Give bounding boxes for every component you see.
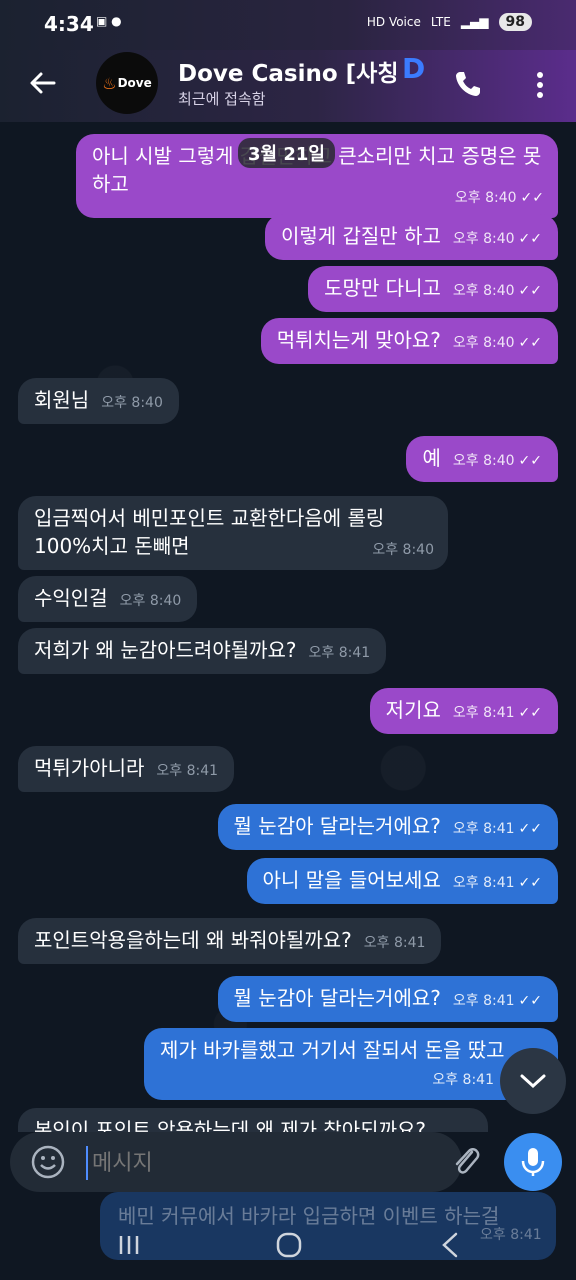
read-ticks-icon: ✓✓	[518, 993, 542, 1009]
message-time: 오후 8:41	[363, 935, 426, 951]
talk-icon: ●	[111, 14, 122, 28]
message-bubble-out[interactable]: 이렇게 갑질만 하고 오후 8:40 ✓✓	[264, 214, 558, 260]
read-ticks-icon: ✓✓	[518, 335, 542, 351]
message-text: 도망만 다니고	[324, 276, 441, 300]
message-text: 예	[422, 446, 441, 470]
message-text: 뭘 눈감아 달라는거에요?	[233, 814, 441, 838]
message-time: 오후 8:41	[452, 821, 515, 837]
message-text: 먹튀가아니라	[34, 756, 145, 780]
message-text: 이렇게 갑질만 하고	[280, 224, 441, 248]
status-right: HD Voice LTE ▂▄▆ 98	[367, 13, 532, 31]
read-ticks-icon: ✓✓	[518, 875, 542, 891]
network-label: LTE	[430, 15, 451, 29]
message-bubble-in[interactable]: 입금찍어서 베민포인트 교환한다음에 롤링 100%치고 돈빼면 오후 8:40	[18, 496, 448, 570]
message-text: 수익인걸	[34, 586, 108, 610]
message-time: 오후 8:40	[452, 231, 515, 247]
chat-header: ♨ Dove Dove Casino [사칭 D 최근에 접속함	[0, 50, 576, 122]
read-ticks-icon: ✓✓	[518, 453, 542, 469]
battery-badge: 98	[498, 13, 532, 31]
message-bubble-in[interactable]: 본인이 포인트 악용하는데 왜 제가 참아되까요?	[18, 1108, 488, 1132]
status-bar: 4:34 ▣ ● HD Voice LTE ▂▄▆ 98	[0, 0, 576, 50]
read-ticks-icon: ✓✓	[518, 705, 542, 721]
message-bubble-out[interactable]: 먹튀치는게 맞아요? 오후 8:40 ✓✓	[260, 318, 558, 364]
message-bubble-in[interactable]: 회원님 오후 8:40	[18, 378, 179, 424]
message-text: 저기요	[385, 698, 441, 722]
read-ticks-icon: ✓✓	[518, 821, 542, 837]
message-text: 저희가 왜 눈감아드려야될까요?	[34, 638, 297, 662]
chevron-down-icon	[520, 1074, 546, 1089]
message-text: 회원님	[34, 388, 90, 412]
scroll-down-button[interactable]	[500, 1048, 566, 1114]
message-text: 포인트악용을하는데 왜 봐줘야될까요?	[34, 928, 352, 952]
message-bubble-out[interactable]: 예 오후 8:40 ✓✓	[406, 436, 558, 482]
message-text: 아니 말을 들어보세요	[262, 868, 441, 892]
message-bubble-out[interactable]: 제가 바카를했고 거기서 잘되서 돈을 땄고 오후 8:41	[144, 1028, 558, 1100]
message-text: 입금찍어서 베민포인트 교환한다음에 롤링 100%치고 돈빼면	[34, 506, 385, 558]
microphone-button[interactable]	[504, 1133, 562, 1191]
chat-title[interactable]: Dove Casino [사칭	[178, 54, 398, 88]
message-bubble-out[interactable]: 아니 말을 들어보세요 오후 8:41 ✓✓	[246, 858, 558, 904]
signal-icon: ▂▄▆	[460, 15, 489, 29]
message-bubble-out[interactable]: 뭘 눈감아 달라는거에요? 오후 8:41 ✓✓	[217, 804, 558, 850]
status-left-icons: ▣ ●	[96, 14, 122, 28]
message-time: 오후 8:41	[432, 1072, 494, 1088]
message-list: 아니 시발 그렇게 갑질만하고 큰소리만 치고 증명은 못하고 오후 8:40✓…	[0, 122, 576, 1132]
message-text: 먹튀치는게 맞아요?	[276, 328, 441, 352]
hd-voice-label: HD Voice	[366, 15, 421, 29]
message-bubble-in[interactable]: 수익인걸 오후 8:40	[18, 576, 198, 622]
message-bubble-in[interactable]: 포인트악용을하는데 왜 봐줘야될까요? 오후 8:41	[18, 918, 442, 964]
message-text: 뭘 눈감아 달라는거에요?	[233, 986, 441, 1010]
message-time: 오후 8:41	[452, 993, 515, 1009]
more-options-icon[interactable]	[528, 70, 552, 100]
status-time: 4:34	[44, 12, 94, 36]
emoji-icon[interactable]	[30, 1144, 66, 1180]
message-time: 오후 8:41	[156, 763, 219, 779]
message-bubble-in[interactable]: 먹튀가아니라 오후 8:41	[18, 746, 235, 792]
message-bubble-out[interactable]: 저기요 오후 8:41 ✓✓	[369, 688, 558, 734]
home-icon[interactable]	[276, 1232, 302, 1258]
message-text: 제가 바카를했고 거기서 잘되서 돈을 땄고	[160, 1038, 505, 1062]
title-badge: D	[402, 52, 426, 85]
read-ticks-icon: ✓✓	[520, 190, 544, 206]
back-nav-icon[interactable]	[440, 1232, 460, 1258]
date-chip: 3월 21일	[238, 138, 335, 168]
back-arrow-icon[interactable]	[28, 68, 58, 98]
message-time: 오후 8:41	[308, 645, 371, 661]
message-bubble-in[interactable]: 저희가 왜 눈감아드려야될까요? 오후 8:41	[18, 628, 387, 674]
message-input[interactable]	[86, 1146, 434, 1180]
message-time: 오후 8:41	[452, 875, 515, 891]
message-bubble-out[interactable]: 뭘 눈감아 달라는거에요? 오후 8:41 ✓✓	[217, 976, 558, 1022]
avatar-text: Dove	[117, 76, 152, 90]
last-seen: 최근에 접속함	[178, 90, 266, 108]
message-time: 오후 8:41	[452, 705, 515, 721]
message-time: 오후 8:40	[101, 395, 163, 411]
message-time: 오후 8:40	[119, 593, 182, 609]
message-time: 오후 8:40	[372, 542, 434, 558]
message-time: 오후 8:40	[452, 453, 515, 469]
message-bubble-out[interactable]: 도망만 다니고 오후 8:40 ✓✓	[308, 266, 558, 312]
flame-icon: ♨	[102, 73, 117, 93]
recent-apps-icon[interactable]	[118, 1234, 140, 1256]
read-ticks-icon: ✓✓	[518, 283, 542, 299]
microphone-icon	[521, 1148, 545, 1176]
screenshot-icon: ▣	[96, 14, 108, 28]
message-time: 오후 8:40	[452, 283, 515, 299]
message-time: 오후 8:40	[452, 335, 515, 351]
message-time: 오후 8:40	[454, 190, 517, 206]
attach-icon[interactable]	[448, 1142, 484, 1182]
read-ticks-icon: ✓✓	[518, 231, 542, 247]
avatar[interactable]: ♨ Dove	[96, 52, 158, 114]
message-text: 본인이 포인트 악용하는데 왜 제가 참아되까요?	[34, 1118, 427, 1132]
system-nav-bar	[0, 1218, 576, 1280]
phone-icon[interactable]	[452, 68, 484, 100]
